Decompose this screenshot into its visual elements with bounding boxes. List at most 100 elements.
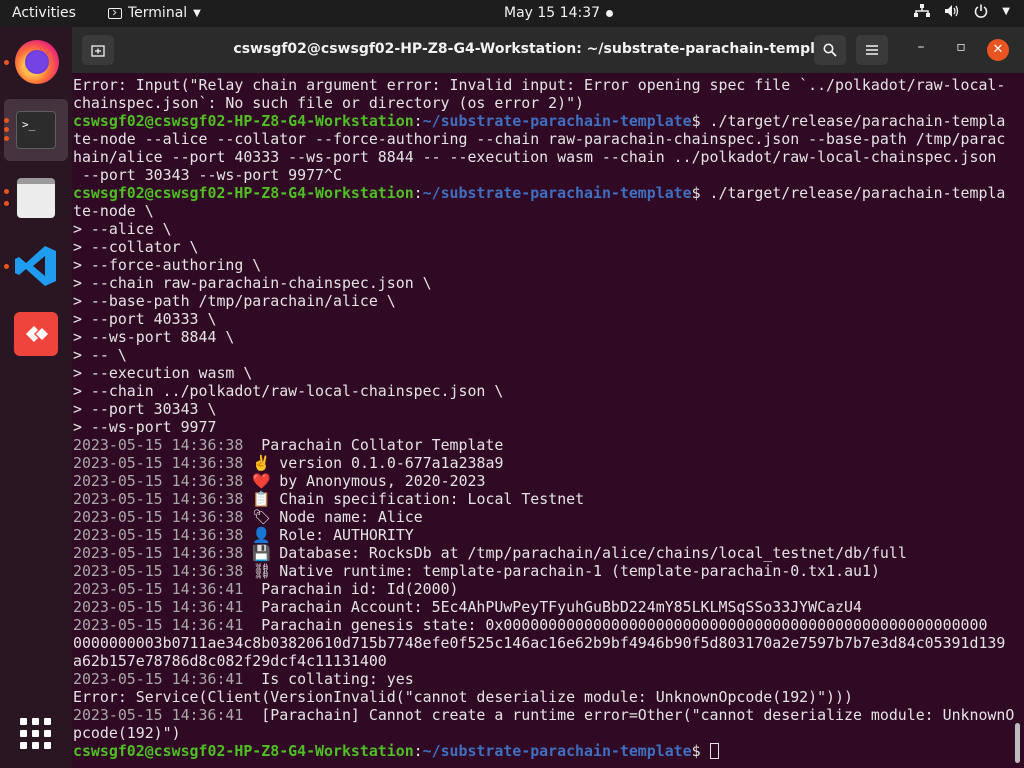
output-text: > --chain ../polkadot/raw-local-chainspe… <box>73 382 504 400</box>
running-indicator <box>4 60 9 65</box>
terminal-view[interactable]: Error: Input("Relay chain argument error… <box>72 73 1024 768</box>
terminal-line: > --ws-port 8844 \ <box>73 328 1013 346</box>
terminal-line: 2023-05-15 14:36:38 ❤️ by Anonymous, 202… <box>73 472 1013 490</box>
terminal-line: 0000000003b0711ae34c8b03820610d715b7748e… <box>73 634 1013 652</box>
terminal-line: 2023-05-15 14:36:41 Is collating: yes <box>73 670 1013 688</box>
log-message: Database: RocksDb at /tmp/parachain/alic… <box>279 544 907 562</box>
chevron-down-icon: ▼ <box>1002 5 1010 17</box>
output-text: > --chain raw-parachain-chainspec.json \ <box>73 274 432 292</box>
log-message: Native runtime: template-parachain-1 (te… <box>279 562 880 580</box>
log-message: Parachain genesis state: 0x0000000000000… <box>252 616 988 634</box>
hamburger-icon <box>866 45 878 55</box>
log-message: by Anonymous, 2020-2023 <box>279 472 486 490</box>
output-text: > -- \ <box>73 346 127 364</box>
output-text: Error: Input("Relay chain argument error… <box>73 76 1006 94</box>
minimize-icon[interactable]: – <box>910 39 932 55</box>
search-icon <box>823 43 837 57</box>
scrollbar[interactable] <box>1015 723 1020 763</box>
clock[interactable]: May 15 14:37 <box>504 5 600 21</box>
show-applications-icon[interactable] <box>20 718 52 750</box>
terminal-line: te-node --alice --collator --force-autho… <box>73 130 1013 148</box>
window-title: cswsgf02@cswsgf02-HP-Z8-G4-Workstation: … <box>233 41 841 57</box>
terminal-line: > --chain ../polkadot/raw-local-chainspe… <box>73 382 1013 400</box>
log-emoji-icon: ❤️ <box>252 472 271 490</box>
maximize-icon[interactable]: ▫ <box>950 39 972 55</box>
dock-item-terminal[interactable]: >_ <box>4 99 68 161</box>
running-indicator <box>4 201 9 206</box>
terminal-line: > --ws-port 9977 <box>73 418 1013 436</box>
terminal-line: > --port 30343 \ <box>73 400 1013 418</box>
app-menu-label: Terminal <box>128 5 188 21</box>
dock-item-anydesk[interactable] <box>0 303 72 365</box>
log-emoji-icon: 🏷 <box>252 508 272 526</box>
log-emoji-icon: 💾 <box>252 544 271 562</box>
network-icon <box>914 4 931 17</box>
log-message: Parachain id: Id(2000) <box>252 580 459 598</box>
new-tab-button[interactable] <box>82 35 114 65</box>
terminal-line: 2023-05-15 14:36:38 💾 Database: RocksDb … <box>73 544 1013 562</box>
terminal-headerbar: cswsgf02@cswsgf02-HP-Z8-G4-Workstation: … <box>72 27 1024 73</box>
terminal-line: Error: Service(Client(VersionInvalid("ca… <box>73 688 1013 706</box>
log-message: Chain specification: Local Testnet <box>279 490 585 508</box>
terminal-line: 2023-05-15 14:36:38 📋 Chain specificatio… <box>73 490 1013 508</box>
output-text: > --alice \ <box>73 220 172 238</box>
terminal-line: > -- \ <box>73 346 1013 364</box>
terminal-line: cswsgf02@cswsgf02-HP-Z8-G4-Workstation:~… <box>73 742 1013 760</box>
firefox-icon <box>15 40 59 84</box>
terminal-line: > --chain raw-parachain-chainspec.json \ <box>73 274 1013 292</box>
menu-button[interactable] <box>856 35 888 65</box>
terminal-line: cswsgf02@cswsgf02-HP-Z8-G4-Workstation:~… <box>73 112 1013 130</box>
output-text: chainspec.json`: No such file or directo… <box>73 94 585 112</box>
terminal-line: > --alice \ <box>73 220 1013 238</box>
terminal-line: > --port 40333 \ <box>73 310 1013 328</box>
output-text: Error: Service(Client(VersionInvalid("ca… <box>73 688 853 706</box>
terminal-output: Error: Input("Relay chain argument error… <box>73 76 1015 760</box>
command-text: ./target/release/parachain-templa <box>700 112 1006 130</box>
output-text: > --ws-port 9977 <box>73 418 217 436</box>
running-indicator <box>4 264 9 269</box>
prompt-separator: : <box>413 184 423 202</box>
activities-button[interactable]: Activities <box>12 5 76 21</box>
log-timestamp: 2023-05-15 14:36:41 <box>73 580 244 598</box>
prompt-user-host: cswsgf02@cswsgf02-HP-Z8-G4-Workstation <box>73 112 414 130</box>
search-button[interactable] <box>814 35 846 65</box>
system-status-menu[interactable]: ▼ <box>914 4 1010 18</box>
prompt-path: ~/substrate-parachain-template <box>422 742 692 760</box>
running-indicator <box>4 189 9 194</box>
command-text <box>701 742 710 760</box>
volume-icon <box>945 5 959 17</box>
prompt-separator: : <box>413 112 423 130</box>
power-icon <box>975 4 988 18</box>
terminal-line: > --execution wasm \ <box>73 364 1013 382</box>
log-timestamp: 2023-05-15 14:36:41 <box>73 670 244 688</box>
log-message: version 0.1.0-677a1a238a9 <box>279 454 504 472</box>
notification-dot-icon <box>606 10 613 17</box>
log-emoji-icon: 👤 <box>252 526 271 544</box>
terminal-app-icon: >_ <box>16 111 56 149</box>
log-message: [Parachain] Cannot create a runtime erro… <box>252 706 1015 724</box>
top-bar: Activities Terminal ▼ May 15 14:37 ▼ <box>0 0 1024 27</box>
output-text: > --ws-port 8844 \ <box>73 328 235 346</box>
log-timestamp: 2023-05-15 14:36:41 <box>73 598 244 616</box>
output-text: > --port 40333 \ <box>73 310 217 328</box>
terminal-line: hain/alice --port 40333 --ws-port 8844 -… <box>73 148 1013 166</box>
output-text: > --collator \ <box>73 238 199 256</box>
prompt-dollar: $ <box>691 184 701 202</box>
dock-item-firefox[interactable] <box>0 31 72 93</box>
terminal-line: > --base-path /tmp/parachain/alice \ <box>73 292 1013 310</box>
log-emoji-icon: ⛓ <box>252 562 272 580</box>
close-icon[interactable]: ✕ <box>987 39 1009 61</box>
log-timestamp: 2023-05-15 14:36:38 <box>73 436 244 454</box>
log-emoji-icon: 📋 <box>252 490 271 508</box>
terminal-line: 2023-05-15 14:36:38 ⛓ Native runtime: te… <box>73 562 1013 580</box>
vscode-icon <box>15 246 56 286</box>
terminal-line: 2023-05-15 14:36:41 [Parachain] Cannot c… <box>73 706 1015 724</box>
prompt-path: ~/substrate-parachain-template <box>422 112 692 130</box>
dock-item-vscode[interactable] <box>0 235 72 297</box>
app-menu-terminal[interactable]: Terminal ▼ <box>108 5 201 21</box>
terminal-line: > --collator \ <box>73 238 1013 256</box>
terminal-line: 2023-05-15 14:36:38 ✌️ version 0.1.0-677… <box>73 454 1013 472</box>
dock-item-files[interactable] <box>0 167 72 229</box>
terminal-line: 2023-05-15 14:36:41 Parachain id: Id(200… <box>73 580 1013 598</box>
log-timestamp: 2023-05-15 14:36:38 <box>73 508 244 526</box>
